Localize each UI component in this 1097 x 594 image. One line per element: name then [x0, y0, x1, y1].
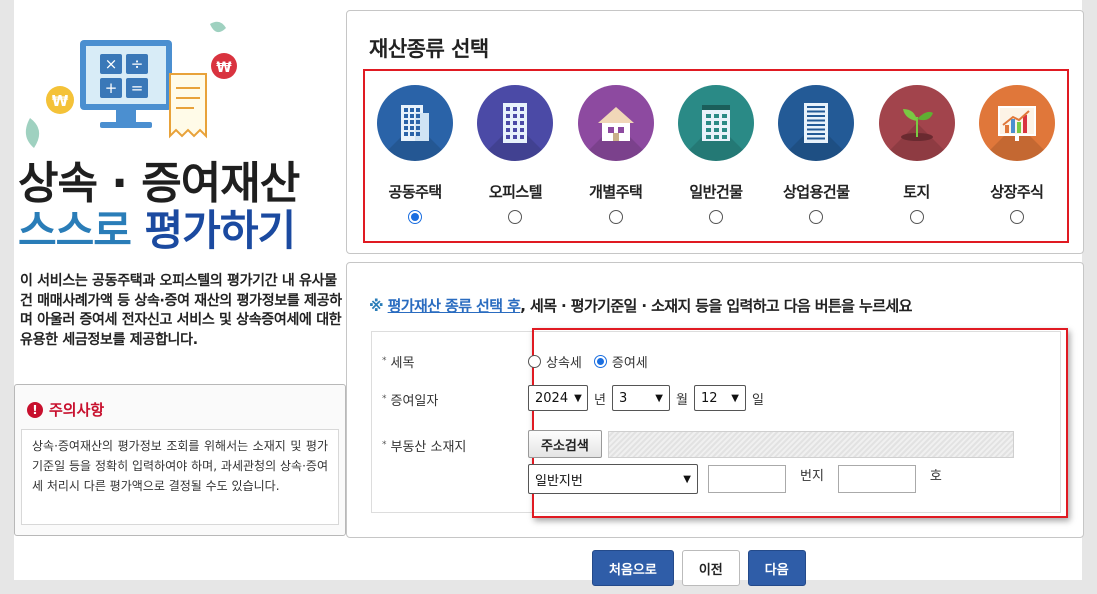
ho-number-input[interactable] [837, 465, 916, 493]
property-type-circle [978, 85, 1055, 161]
property-type-radio[interactable] [1009, 210, 1024, 224]
lot-type-select[interactable]: 일반지번 ▼ [528, 464, 698, 494]
property-type-label: 일반건물 [689, 183, 743, 201]
calculator-monitor-illustration: × ÷ + = ₩ ₩ [25, 21, 237, 148]
property-type-label: 공동주택 [388, 183, 443, 201]
notice-title: 주의사항 [49, 401, 105, 419]
guide-text: ※ 평가재산 종류 선택 후, 세목 · 평가기준일 · 소재지 등을 입력하고… [369, 295, 912, 316]
property-type-radio[interactable] [909, 210, 924, 224]
hero-subtitle-b: 평가하기 [144, 206, 297, 255]
year-select[interactable]: 2024 ▼ [528, 385, 588, 411]
house-icon [597, 107, 634, 141]
page: × ÷ + = ₩ ₩ 상속 · 증여재산 스스로 평가하기 이 서비스는 공동… [14, 0, 1084, 580]
apartment-icon [401, 105, 430, 141]
svg-text:+: + [105, 79, 118, 97]
date-label: 증여일자 [382, 390, 439, 409]
property-type-panel: 재산종류 선택 공동주택 오피스텔 개별주택 일반건물 상업용건물 토지 상장주… [346, 10, 1084, 254]
property-type-label: 상장주식 [990, 183, 1044, 201]
address-row: 주소검색 [528, 430, 1014, 458]
commercial-building-icon [804, 103, 829, 143]
day-value: 12 [700, 390, 718, 406]
notice-box: ! 주의사항 상속·증여재산의 평가정보 조회를 위해서는 소재지 및 평가기준… [14, 384, 346, 536]
property-type-item[interactable]: 상장주식 [967, 85, 1067, 224]
notice-header: ! 주의사항 [27, 399, 104, 420]
month-select[interactable]: 3 ▼ [611, 385, 670, 411]
lot-unit: 번지 [800, 468, 824, 484]
property-type-highlight: 공동주택 오피스텔 개별주택 일반건물 상업용건물 토지 상장주식 [363, 69, 1069, 243]
property-type-circle [878, 85, 955, 161]
year-value: 2024 [535, 390, 569, 406]
property-type-label: 상업용건물 [783, 183, 850, 201]
property-type-title: 재산종류 선택 [369, 37, 489, 61]
property-type-radio[interactable] [408, 210, 423, 224]
address-field [607, 430, 1014, 458]
chevron-down-icon: ▼ [655, 392, 663, 404]
lot-row: 일반지번 ▼ 번지 호 [528, 464, 942, 494]
alert-icon: ! [27, 401, 43, 418]
svg-text:×: × [105, 55, 118, 73]
input-panel: ※ 평가재산 종류 선택 후, 세목 · 평가기준일 · 소재지 등을 입력하고… [346, 262, 1084, 538]
property-type-radio[interactable] [809, 210, 824, 224]
year-unit: 년 [594, 392, 606, 408]
lot-number-input[interactable] [708, 465, 786, 493]
property-type-radio[interactable] [608, 210, 623, 224]
property-type-circle [778, 85, 855, 161]
property-type-radio[interactable] [708, 210, 723, 224]
property-type-item[interactable]: 상업용건물 [766, 85, 866, 224]
svg-text:₩: ₩ [216, 60, 232, 76]
hero-subtitle: 스스로 평가하기 [18, 206, 297, 255]
guide-link[interactable]: 평가재산 종류 선택 후 [388, 297, 521, 315]
ho-unit: 호 [929, 468, 942, 484]
svg-text:÷: ÷ [131, 55, 144, 73]
tax-radio-gift[interactable] [593, 355, 607, 368]
property-type-circle [477, 85, 554, 161]
property-type-circle [577, 85, 654, 161]
address-label: 부동산 소재지 [382, 436, 467, 455]
hero-title: 상속 · 증여재산 [18, 158, 300, 209]
svg-text:₩: ₩ [52, 92, 69, 110]
property-type-label: 토지 [903, 183, 930, 201]
property-type-radio[interactable] [508, 210, 523, 224]
first-button[interactable]: 처음으로 [592, 550, 674, 586]
stock-chart-icon [997, 106, 1036, 141]
address-search-button[interactable]: 주소검색 [528, 430, 602, 458]
hero-subtitle-a: 스스로 [18, 206, 132, 255]
property-type-label: 오피스텔 [488, 183, 543, 201]
lot-type-value: 일반지번 [535, 473, 583, 489]
property-type-item[interactable]: 일반건물 [666, 85, 766, 224]
property-type-label: 개별주택 [589, 183, 643, 201]
tax-option-inheritance: 상속세 [546, 356, 582, 371]
month-unit: 월 [675, 392, 688, 408]
property-type-list: 공동주택 오피스텔 개별주택 일반건물 상업용건물 토지 상장주식 [365, 85, 1067, 224]
property-type-item[interactable]: 오피스텔 [465, 85, 565, 224]
tax-option-gift: 증여세 [611, 356, 648, 371]
chevron-down-icon: ▼ [574, 392, 582, 404]
intro-text: 이 서비스는 공동주택과 오피스텔의 평가기간 내 유사물건 매매사례가액 등 … [20, 273, 342, 348]
guide-rest: , 세목 · 평가기준일 · 소재지 등을 입력하고 다음 버튼을 누르세요 [520, 297, 912, 315]
chevron-down-icon: ▼ [683, 473, 691, 485]
land-sprout-icon [900, 109, 933, 141]
tax-radio-inheritance[interactable] [528, 355, 541, 368]
property-type-item[interactable]: 공동주택 [365, 85, 465, 224]
officetel-icon [503, 103, 528, 143]
notice-body: 상속·증여재산의 평가정보 조회를 위해서는 소재지 및 평가기준일 등을 정확… [21, 429, 339, 525]
property-type-circle [677, 85, 754, 161]
svg-text:=: = [131, 79, 144, 97]
input-form: 세목 증여일자 부동산 소재지 상속세 증여세 2024▼ 년 3▼ 월 [371, 328, 1068, 518]
day-unit: 일 [751, 392, 764, 408]
guide-mark: ※ [369, 297, 384, 315]
nav-buttons: 처음으로 이전 다음 [592, 550, 806, 586]
day-select[interactable]: 12 ▼ [693, 385, 746, 411]
building-icon [701, 105, 730, 141]
chevron-down-icon: ▼ [731, 392, 739, 404]
property-type-circle [377, 85, 454, 161]
month-value: 3 [618, 390, 628, 406]
next-button[interactable]: 다음 [747, 550, 806, 586]
tax-type-label: 세목 [382, 352, 415, 371]
prev-button[interactable]: 이전 [681, 550, 740, 586]
date-row: 2024 ▼ 년 3 ▼ 월 12 ▼ 일 [528, 385, 764, 411]
property-type-item[interactable]: 토지 [866, 85, 966, 224]
property-type-item[interactable]: 개별주택 [566, 85, 666, 224]
tax-type-row: 상속세 증여세 [528, 352, 648, 371]
